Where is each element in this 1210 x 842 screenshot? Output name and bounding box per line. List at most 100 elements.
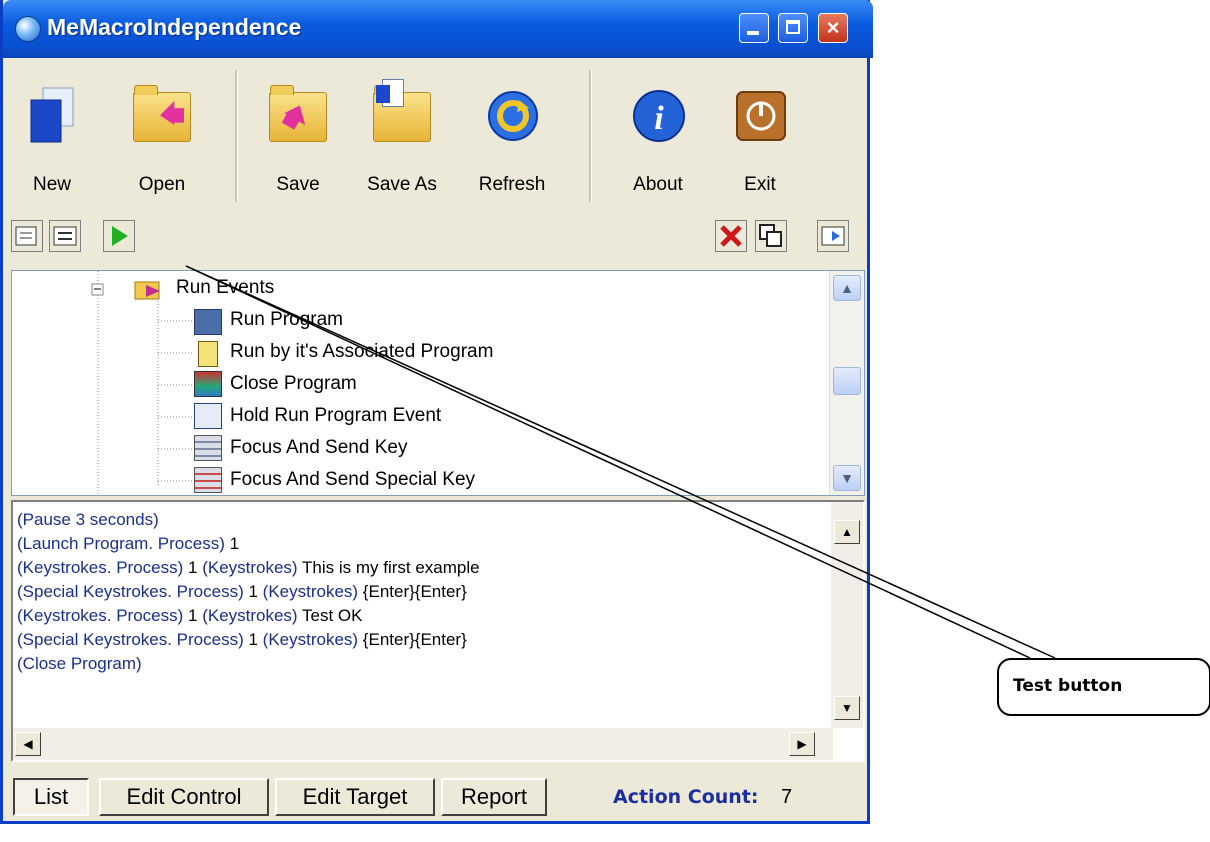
run-events-folder-icon: [134, 277, 160, 301]
details-button[interactable]: [49, 220, 81, 252]
app-window: MeMacroIndependence × New Open Save Save…: [0, 0, 873, 824]
new-button[interactable]: New: [9, 70, 95, 210]
list-vscroll[interactable]: ▲ ▼: [831, 502, 863, 728]
action-list-row[interactable]: (Special Keystrokes. Process) 1 (Keystro…: [17, 582, 467, 602]
focus-send-special-key-icon: [194, 467, 222, 493]
insert-button[interactable]: [817, 220, 849, 252]
close-button[interactable]: ×: [818, 13, 848, 43]
close-program-icon: [194, 371, 222, 397]
copy-icon: [759, 224, 782, 247]
event-tree[interactable]: Run Events Run Program Run by it's Assoc…: [11, 270, 865, 496]
tree-item[interactable]: Hold Run Program Event: [230, 405, 441, 427]
action-text: This is my first example: [302, 558, 480, 577]
copy-button[interactable]: [755, 220, 787, 252]
delete-button[interactable]: [715, 220, 747, 252]
properties-icon: [15, 226, 37, 246]
window-title: MeMacroIndependence: [47, 14, 302, 40]
list-scroll-up-icon[interactable]: ▲: [834, 520, 860, 544]
run-program-icon: [194, 309, 222, 335]
app-icon: [15, 16, 41, 42]
focus-send-key-icon: [194, 435, 222, 461]
callout-label: Test button: [1013, 676, 1123, 696]
properties-button[interactable]: [11, 220, 43, 252]
list-scroll-right-icon[interactable]: ▶: [789, 732, 815, 756]
insert-icon: [821, 226, 845, 246]
action-text: (Keystrokes. Process): [17, 606, 188, 625]
close-icon: ×: [826, 15, 840, 40]
minimize-button[interactable]: [739, 13, 769, 43]
tree-item[interactable]: Focus And Send Key: [230, 437, 407, 459]
tab-edit-target[interactable]: Edit Target: [275, 778, 435, 816]
action-text: (Special Keystrokes. Process): [17, 582, 249, 601]
action-count-value: 7: [781, 786, 793, 808]
action-text: Test OK: [302, 606, 363, 625]
action-text: (Keystrokes): [202, 606, 303, 625]
associated-program-icon: [198, 341, 218, 367]
secondary-toolbar: [9, 216, 865, 262]
main-toolbar: New Open Save Save As Refresh i About Ex…: [9, 70, 865, 210]
view-tabs: List Edit Control Edit Target Report Act…: [11, 776, 865, 820]
tree-item[interactable]: Run Program: [230, 309, 343, 331]
test-button[interactable]: [103, 220, 135, 252]
refresh-icon: [488, 91, 538, 141]
action-list-row[interactable]: (Keystrokes. Process) 1 (Keystrokes) Tes…: [17, 606, 362, 626]
action-text: 1: [229, 534, 240, 553]
test-button-callout: Test button: [997, 658, 1210, 716]
scroll-thumb[interactable]: [833, 367, 861, 395]
toolbar-divider: [235, 70, 238, 202]
save-button[interactable]: Save: [255, 70, 341, 210]
action-list-row[interactable]: (Special Keystrokes. Process) 1 (Keystro…: [17, 630, 467, 650]
action-text: (Pause 3 seconds): [17, 510, 159, 529]
save-as-folder-icon: [373, 79, 431, 142]
tree-node-run-events[interactable]: Run Events: [176, 277, 274, 299]
maximize-icon: [786, 20, 800, 34]
action-count-label: Action Count:: [613, 786, 759, 808]
action-text: 1: [248, 582, 263, 601]
details-icon: [53, 226, 77, 246]
toolbar-divider: [589, 70, 592, 202]
open-button[interactable]: Open: [119, 70, 205, 210]
scroll-down-icon[interactable]: ▼: [833, 465, 861, 491]
tab-edit-control[interactable]: Edit Control: [99, 778, 269, 816]
scroll-up-icon[interactable]: ▲: [833, 275, 861, 301]
action-text: (Special Keystrokes. Process): [17, 630, 249, 649]
action-text: (Close Program): [17, 654, 142, 673]
delete-x-icon: [720, 225, 742, 247]
exit-icon: [736, 91, 786, 141]
tree-item[interactable]: Run by it's Associated Program: [230, 341, 493, 363]
action-list-row[interactable]: (Pause 3 seconds): [17, 510, 159, 530]
tree-item[interactable]: Focus And Send Special Key: [230, 469, 475, 491]
tab-list[interactable]: List: [13, 778, 89, 816]
hold-run-icon: [194, 403, 222, 429]
tree-scrollbar[interactable]: ▲ ▼: [829, 271, 864, 495]
action-text: (Keystrokes. Process): [17, 558, 188, 577]
save-folder-icon: [269, 85, 327, 142]
action-list-row[interactable]: (Launch Program. Process) 1: [17, 534, 239, 554]
exit-button[interactable]: Exit: [717, 70, 803, 210]
info-icon: i: [633, 90, 685, 142]
maximize-button[interactable]: [778, 13, 808, 43]
list-scroll-left-icon[interactable]: ◀: [15, 732, 41, 756]
action-text: {Enter}{Enter}: [362, 630, 467, 649]
save-as-button[interactable]: Save As: [359, 70, 445, 210]
list-hscroll[interactable]: ◀ ▶: [13, 728, 833, 760]
action-text: 1: [188, 558, 203, 577]
action-list[interactable]: (Pause 3 seconds) (Launch Program. Proces…: [11, 500, 865, 762]
action-text: (Keystrokes): [262, 630, 363, 649]
action-text: 1: [188, 606, 203, 625]
refresh-button[interactable]: Refresh: [469, 70, 555, 210]
title-bar[interactable]: MeMacroIndependence ×: [3, 0, 873, 58]
action-text: {Enter}{Enter}: [362, 582, 467, 601]
new-document-icon: [30, 87, 74, 143]
action-text: (Launch Program. Process): [17, 534, 230, 553]
action-text: (Keystrokes): [202, 558, 303, 577]
action-list-row[interactable]: (Keystrokes. Process) 1 (Keystrokes) Thi…: [17, 558, 480, 578]
about-button[interactable]: i About: [615, 70, 701, 210]
tab-report[interactable]: Report: [441, 778, 547, 816]
list-scroll-down-icon[interactable]: ▼: [834, 696, 860, 720]
tree-item[interactable]: Close Program: [230, 373, 357, 395]
action-text: 1: [248, 630, 263, 649]
minimize-icon: [747, 31, 759, 35]
action-list-row[interactable]: (Close Program): [17, 654, 142, 674]
open-folder-icon: [133, 85, 191, 142]
